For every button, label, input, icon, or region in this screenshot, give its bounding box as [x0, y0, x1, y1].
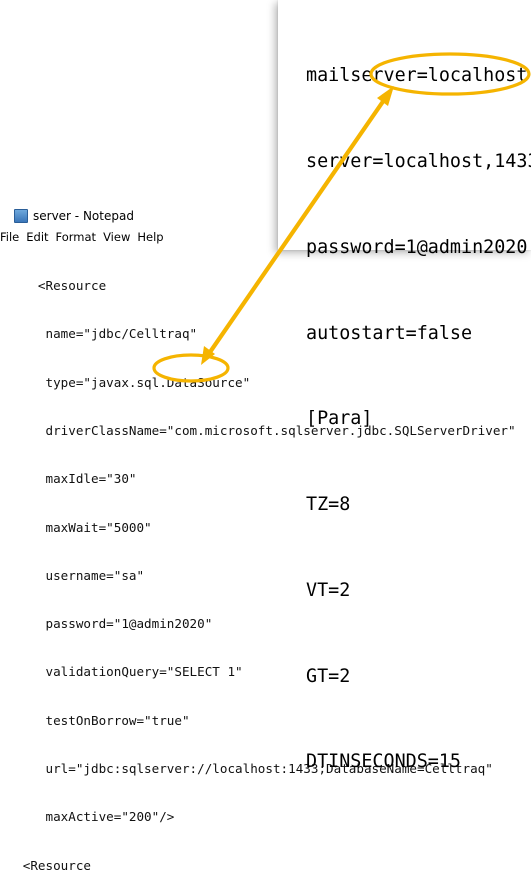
config-line: VT=2 [306, 579, 351, 601]
config-line: TZ=8 [306, 494, 351, 516]
code-line: <Resource [0, 857, 91, 873]
config-line: GT=2 [306, 665, 351, 687]
config-line-password: password=1@admin2020 [306, 236, 528, 258]
notepad-icon [14, 209, 28, 223]
notepad-title: server - Notepad [33, 209, 134, 223]
config-line: DTINSECONDS=15 [306, 751, 462, 773]
config-line: server=localhost,1433 [306, 150, 531, 172]
config-text-area: mailserver=localhost server=localhost,14… [306, 5, 531, 834]
config-line: [Para] [306, 408, 373, 430]
config-line: autostart=false [306, 322, 473, 344]
config-line: mailserver=localhost [306, 65, 528, 87]
config-file-window: mailserver=localhost server=localhost,14… [278, 0, 531, 772]
